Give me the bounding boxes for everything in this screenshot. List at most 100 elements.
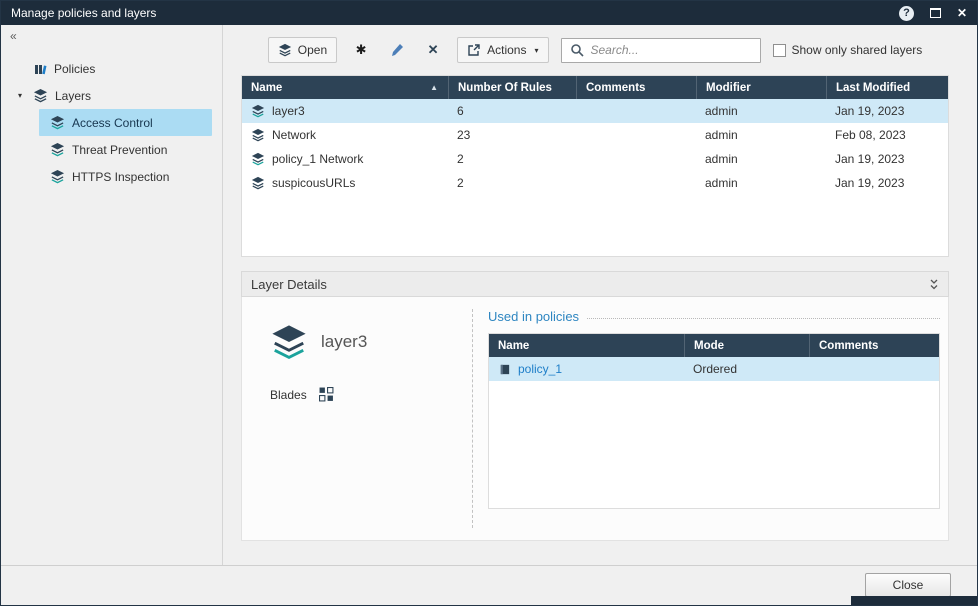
layers-table: Name ▲ Number Of Rules Comments Modifier… bbox=[241, 75, 949, 257]
sidebar-item-policies[interactable]: Policies bbox=[1, 55, 222, 82]
dialog-body: « Policies ▾ Layers bbox=[1, 25, 977, 565]
actions-button-label: Actions bbox=[487, 43, 526, 57]
column-header-comments[interactable]: Comments bbox=[809, 334, 939, 357]
sidebar-item-access-control[interactable]: Access Control bbox=[39, 109, 212, 136]
sidebar-item-label: Threat Prevention bbox=[72, 143, 167, 157]
open-button[interactable]: Open bbox=[268, 37, 337, 63]
column-header-last-modified[interactable]: Last Modified bbox=[826, 76, 948, 99]
search-input[interactable] bbox=[591, 43, 752, 57]
modifier-cell: admin bbox=[696, 104, 826, 118]
https-inspection-layers-icon bbox=[50, 169, 65, 184]
last-modified-cell: Jan 19, 2023 bbox=[826, 104, 948, 118]
blades-label: Blades bbox=[270, 388, 307, 402]
layer-icon bbox=[251, 152, 265, 166]
blades-grid-icon bbox=[319, 387, 334, 402]
column-header-modifier[interactable]: Modifier bbox=[696, 76, 826, 99]
layer-name: suspicousURLs bbox=[272, 176, 355, 190]
used-in-policies-section: Used in policies Name Mode Comments bbox=[473, 297, 948, 540]
delete-icon[interactable]: ✕ bbox=[421, 38, 445, 62]
manage-policies-window: Manage policies and layers ? ✕ « Policie… bbox=[0, 0, 978, 606]
policies-icon bbox=[33, 62, 47, 76]
toolbar: Open ✱ ✕ Actions ▾ bbox=[241, 25, 949, 75]
search-box bbox=[561, 38, 761, 63]
layer-details-header: Layer Details bbox=[241, 271, 949, 297]
threat-prevention-layers-icon bbox=[50, 142, 65, 157]
last-modified-cell: Jan 19, 2023 bbox=[826, 152, 948, 166]
last-modified-cell: Feb 08, 2023 bbox=[826, 128, 948, 142]
column-header-comments[interactable]: Comments bbox=[576, 76, 696, 99]
sidebar-item-label: Layers bbox=[55, 89, 91, 103]
sort-asc-icon[interactable]: ▲ bbox=[430, 83, 438, 92]
rules-count: 6 bbox=[448, 104, 576, 118]
sidebar-item-label: Policies bbox=[54, 62, 95, 76]
layer-summary: layer3 Blades bbox=[242, 297, 472, 540]
used-in-policies-title: Used in policies bbox=[488, 309, 579, 324]
sidebar: « Policies ▾ Layers bbox=[1, 25, 223, 565]
open-layers-icon bbox=[278, 43, 292, 57]
open-button-label: Open bbox=[298, 43, 327, 57]
shared-layers-toggle[interactable]: Show only shared layers bbox=[773, 43, 923, 57]
access-control-layers-icon bbox=[50, 115, 65, 130]
actions-export-icon bbox=[467, 43, 481, 57]
layers-table-body: layer3 6 admin Jan 19, 2023 Network 23 bbox=[242, 99, 948, 256]
actions-button[interactable]: Actions ▾ bbox=[457, 37, 548, 63]
rules-count: 2 bbox=[448, 176, 576, 190]
help-icon[interactable]: ? bbox=[899, 6, 914, 21]
modifier-cell: admin bbox=[696, 176, 826, 190]
column-header-number-of-rules[interactable]: Number Of Rules bbox=[448, 76, 576, 99]
layer-icon bbox=[251, 176, 265, 190]
close-button[interactable]: Close bbox=[865, 573, 951, 597]
layer-details-title: Layer Details bbox=[251, 277, 327, 292]
dialog-footer: Close bbox=[1, 565, 977, 605]
table-row[interactable]: Network 23 admin Feb 08, 2023 bbox=[242, 123, 948, 147]
policy-book-icon bbox=[498, 363, 511, 376]
mode-cell: Ordered bbox=[684, 362, 809, 376]
sidebar-item-label: Access Control bbox=[72, 116, 153, 130]
table-row[interactable]: policy_1 Network 2 admin Jan 19, 2023 bbox=[242, 147, 948, 171]
sidebar-item-layers[interactable]: ▾ Layers bbox=[1, 82, 222, 109]
policy-link[interactable]: policy_1 bbox=[518, 362, 562, 376]
last-modified-cell: Jan 19, 2023 bbox=[826, 176, 948, 190]
layer-name: layer3 bbox=[272, 104, 305, 118]
collapse-panel-icon[interactable] bbox=[929, 278, 939, 291]
table-row[interactable]: suspicousURLs 2 admin Jan 19, 2023 bbox=[242, 171, 948, 195]
sidebar-item-https-inspection[interactable]: HTTPS Inspection bbox=[39, 163, 212, 190]
edit-pencil-icon[interactable] bbox=[385, 38, 409, 62]
layer-icon bbox=[251, 104, 265, 118]
maximize-icon[interactable] bbox=[930, 8, 941, 18]
modifier-cell: admin bbox=[696, 128, 826, 142]
titlebar: Manage policies and layers ? ✕ bbox=[1, 1, 977, 25]
layer-details-panel: layer3 Blades Use bbox=[241, 297, 949, 541]
column-header-name[interactable]: Name bbox=[489, 334, 684, 357]
chevron-down-icon: ▾ bbox=[534, 46, 538, 55]
used-table-body: policy_1 Ordered bbox=[489, 357, 939, 508]
sidebar-collapse-icon[interactable]: « bbox=[10, 29, 15, 43]
modifier-cell: admin bbox=[696, 152, 826, 166]
layer-name: policy_1 Network bbox=[272, 152, 363, 166]
selected-layer-name: layer3 bbox=[321, 332, 367, 352]
layers-table-header: Name ▲ Number Of Rules Comments Modifier… bbox=[242, 76, 948, 99]
shared-layers-checkbox[interactable] bbox=[773, 44, 786, 57]
sidebar-item-label: HTTPS Inspection bbox=[72, 170, 169, 184]
sidebar-item-threat-prevention[interactable]: Threat Prevention bbox=[39, 136, 212, 163]
search-icon bbox=[570, 43, 584, 57]
tree-expanded-icon[interactable]: ▾ bbox=[18, 91, 22, 100]
layers-icon bbox=[33, 88, 48, 103]
table-row[interactable]: layer3 6 admin Jan 19, 2023 bbox=[242, 99, 948, 123]
rules-count: 23 bbox=[448, 128, 576, 142]
used-table-header: Name Mode Comments bbox=[489, 334, 939, 357]
layer-large-icon bbox=[270, 323, 308, 361]
layer-name: Network bbox=[272, 128, 316, 142]
close-icon[interactable]: ✕ bbox=[957, 6, 967, 20]
column-header-mode[interactable]: Mode bbox=[684, 334, 809, 357]
window-corner-accent bbox=[851, 596, 977, 605]
new-layer-icon[interactable]: ✱ bbox=[349, 38, 373, 62]
shared-layers-label: Show only shared layers bbox=[792, 43, 923, 57]
main-content: Open ✱ ✕ Actions ▾ bbox=[223, 25, 977, 565]
rules-count: 2 bbox=[448, 152, 576, 166]
column-header-name[interactable]: Name ▲ bbox=[242, 76, 448, 99]
table-row[interactable]: policy_1 Ordered bbox=[489, 357, 939, 381]
layer-icon bbox=[251, 128, 265, 142]
dotted-rule bbox=[587, 318, 940, 319]
window-title: Manage policies and layers bbox=[11, 6, 899, 20]
